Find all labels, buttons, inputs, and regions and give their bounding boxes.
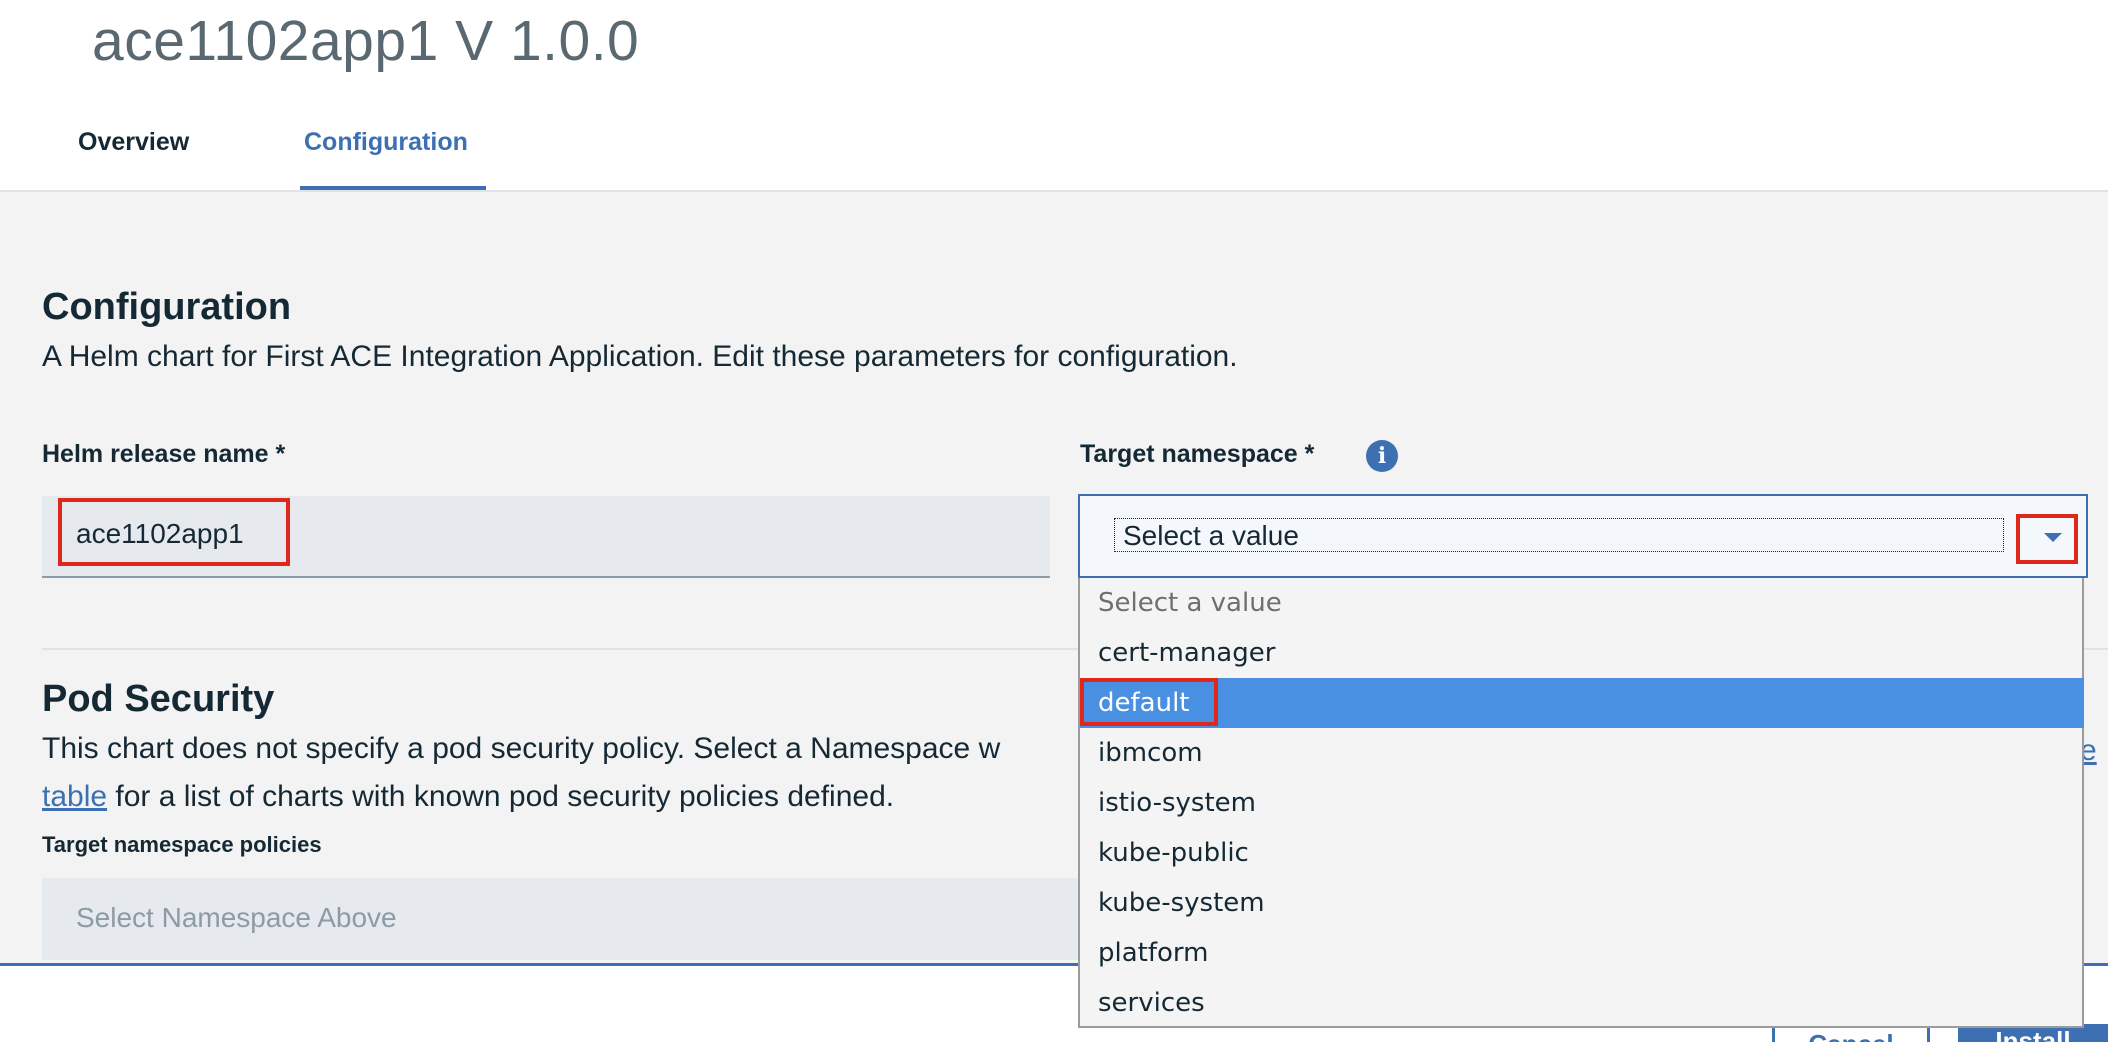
section-divider-right xyxy=(2084,648,2108,650)
target-namespace-policies-field: Select Namespace Above xyxy=(42,878,1078,960)
page-header: ace1102app1 V 1.0.0 Overview Configurati… xyxy=(0,0,2108,192)
select-focus-ring: Select a value xyxy=(1114,518,2004,552)
pod-security-desc-line1: This chart does not specify a pod securi… xyxy=(42,732,1001,765)
dropdown-option-platform[interactable]: platform xyxy=(1080,928,2084,978)
target-namespace-label: Target namespace * xyxy=(1080,440,1315,468)
target-namespace-select[interactable]: Select a value xyxy=(1078,494,2088,578)
dropdown-option-ibmcom[interactable]: ibmcom xyxy=(1080,728,2084,778)
pod-security-desc-line2: table for a list of charts with known po… xyxy=(42,780,894,814)
dropdown-option-kube-public[interactable]: kube-public xyxy=(1080,828,2084,878)
helm-release-name-label: Helm release name * xyxy=(42,440,286,468)
configuration-description: A Helm chart for First ACE Integration A… xyxy=(42,340,1238,373)
pod-security-desc-line2-text: for a list of charts with known pod secu… xyxy=(107,780,895,813)
dropdown-option-kube-system[interactable]: kube-system xyxy=(1080,878,2084,928)
dropdown-arrow-highlight xyxy=(2016,514,2078,564)
section-divider xyxy=(42,648,1078,650)
dropdown-option-placeholder[interactable]: Select a value xyxy=(1080,578,2084,628)
pod-security-table-link[interactable]: table xyxy=(42,780,107,813)
default-option-highlight xyxy=(1080,678,1218,726)
tab-configuration[interactable]: Configuration xyxy=(304,128,468,157)
active-tab-indicator xyxy=(300,186,486,190)
target-namespace-policies-label: Target namespace policies xyxy=(42,832,322,857)
dropdown-option-services[interactable]: services xyxy=(1080,978,2084,1028)
tab-overview[interactable]: Overview xyxy=(78,128,189,157)
app-title: ace1102app1 V 1.0.0 xyxy=(92,9,640,73)
pod-security-title: Pod Security xyxy=(42,678,275,720)
info-icon[interactable]: i xyxy=(1366,440,1398,472)
target-namespace-selected: Select a value xyxy=(1123,520,1299,551)
dropdown-option-cert-manager[interactable]: cert-manager xyxy=(1080,628,2084,678)
namespace-dropdown-list: Select a value cert-manager default ibmc… xyxy=(1078,578,2084,1028)
target-namespace-policies-placeholder: Select Namespace Above xyxy=(76,902,397,933)
dropdown-option-default[interactable]: default xyxy=(1080,678,2084,728)
release-name-highlight xyxy=(58,498,290,566)
dropdown-option-istio-system[interactable]: istio-system xyxy=(1080,778,2084,828)
configuration-title: Configuration xyxy=(42,286,292,328)
